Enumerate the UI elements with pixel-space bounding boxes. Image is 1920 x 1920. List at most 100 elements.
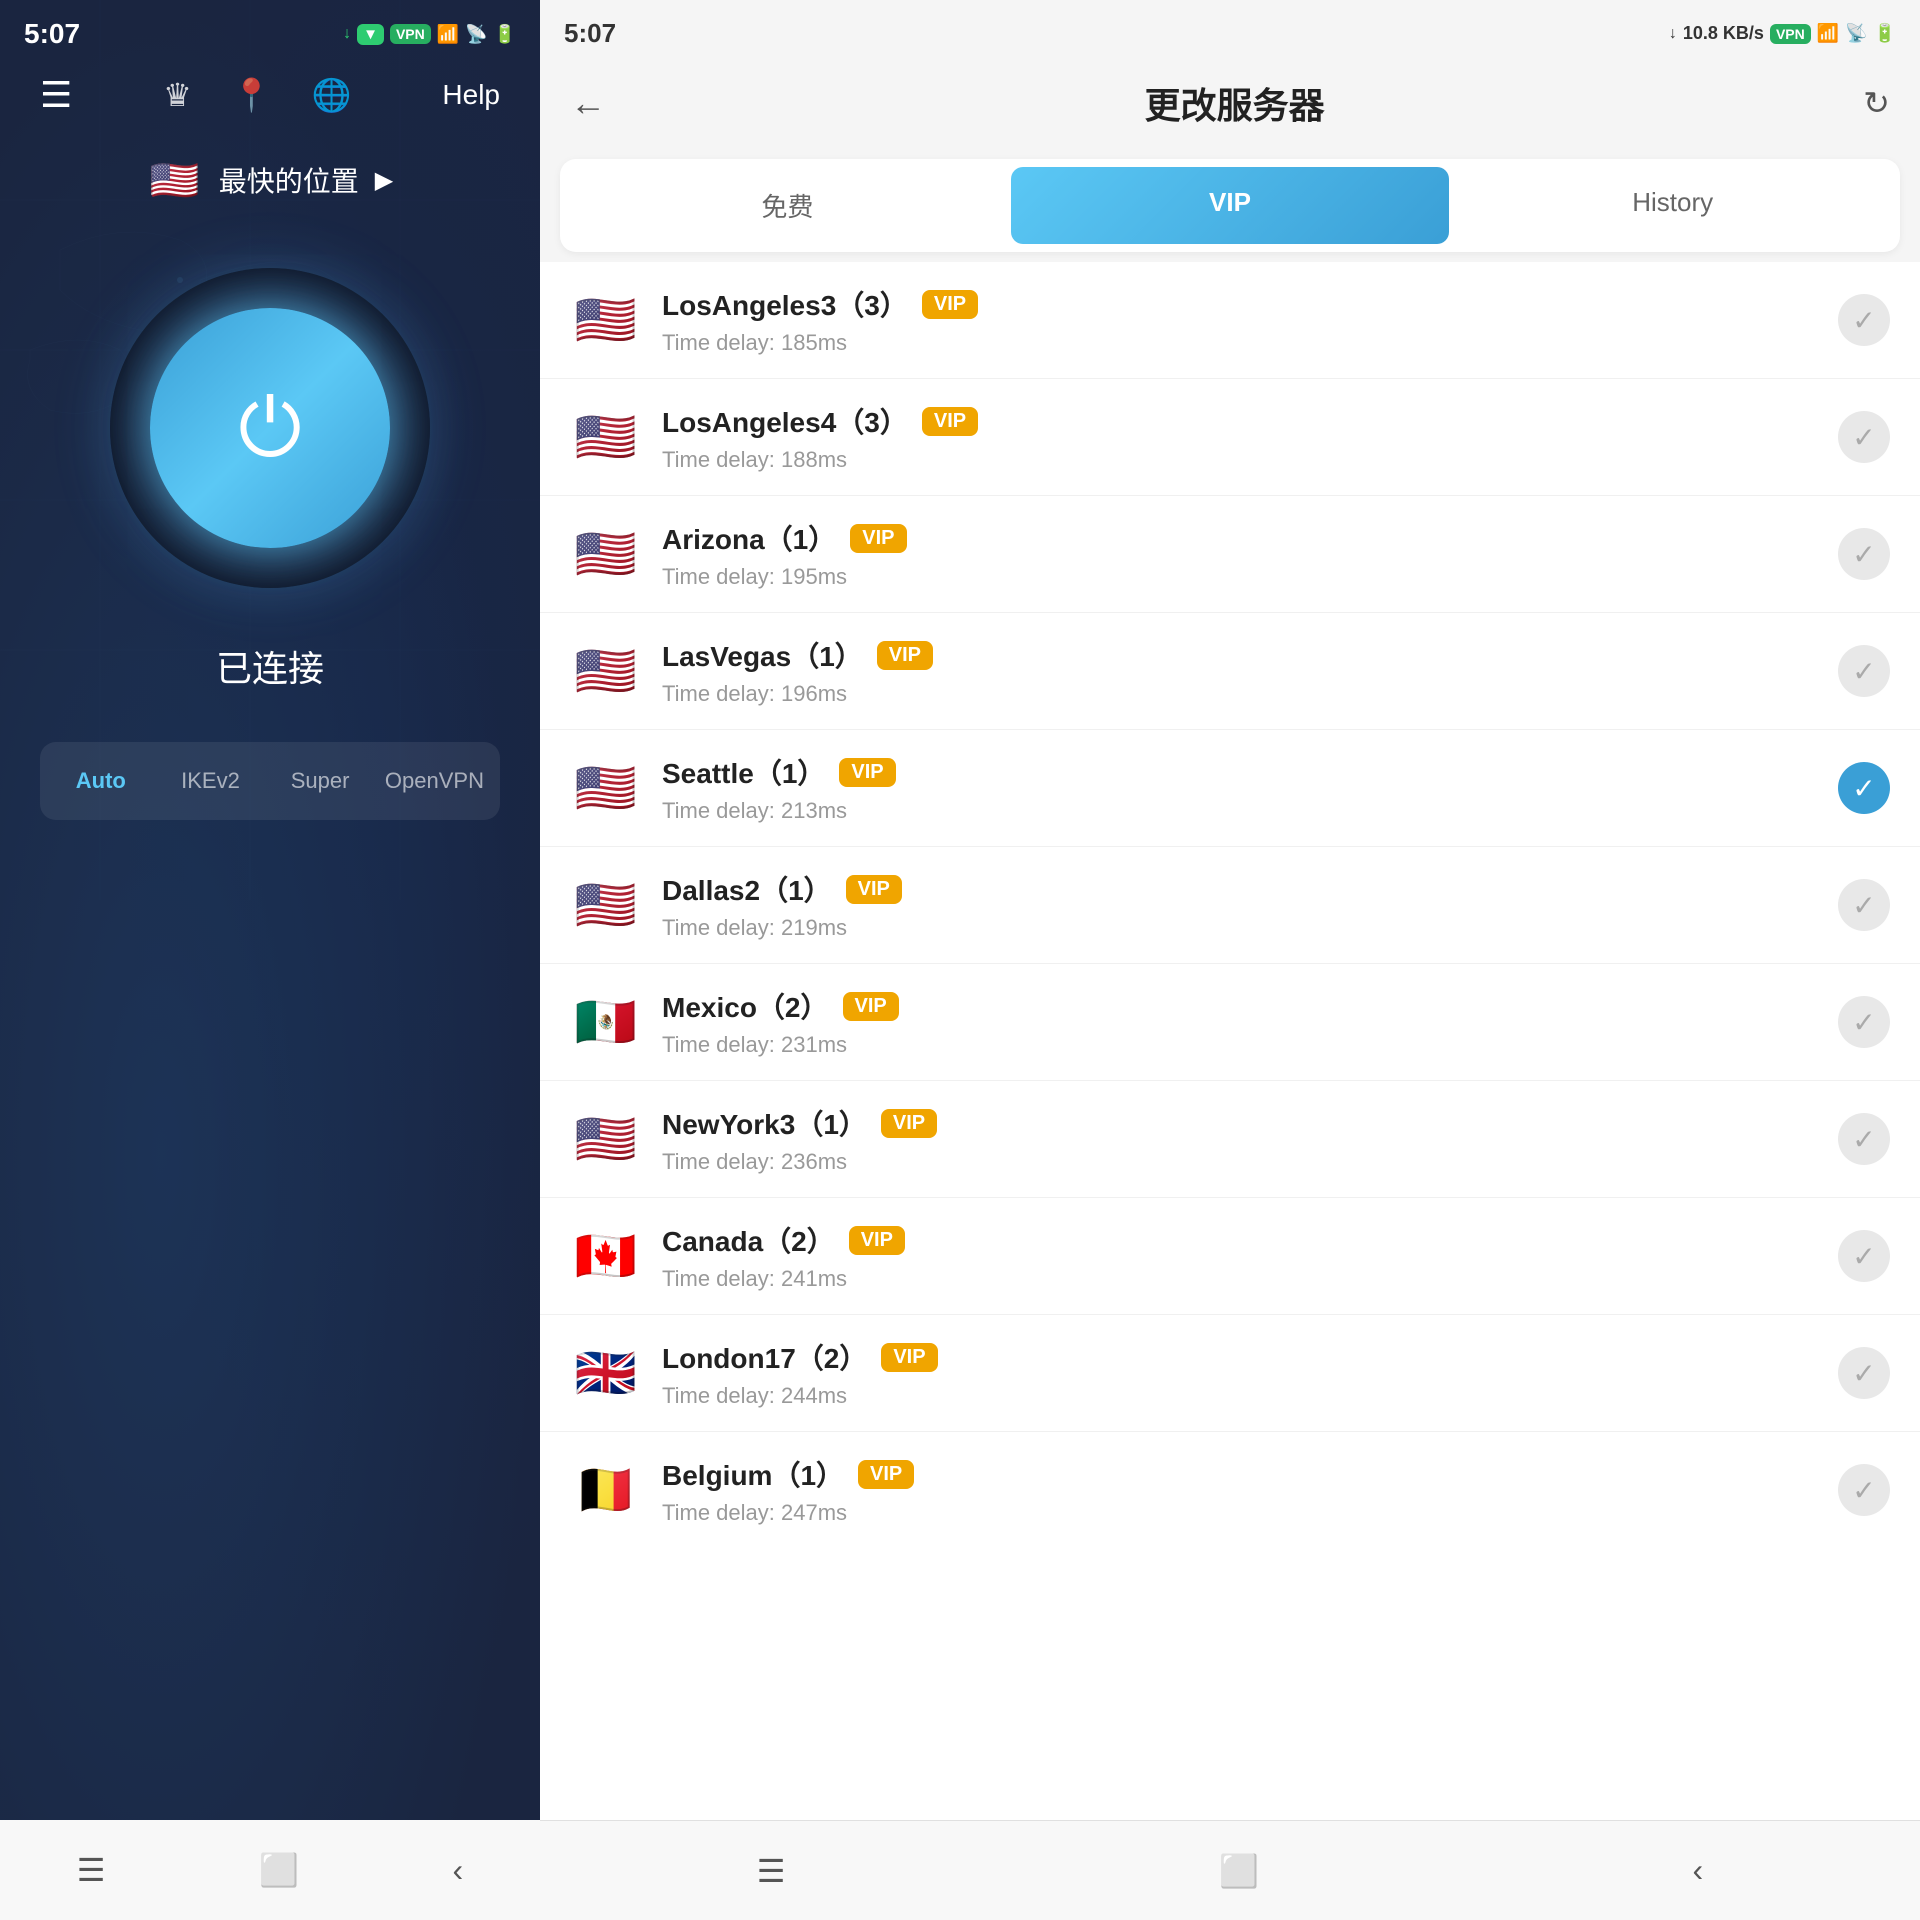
- location-icon[interactable]: 📍: [232, 76, 272, 114]
- server-name-0: LosAngeles3（3）: [662, 284, 908, 324]
- server-list-item[interactable]: 🇬🇧 London17（2） VIP Time delay: 244ms ✓: [540, 1315, 1920, 1432]
- server-flag-0: 🇺🇸: [570, 284, 642, 356]
- server-name-1: LosAngeles4（3）: [662, 401, 908, 441]
- server-info-5: Dallas2（1） VIP Time delay: 219ms: [662, 869, 1838, 941]
- connected-status: 已连接: [0, 640, 540, 692]
- vip-badge-6: VIP: [843, 992, 899, 1021]
- server-name-row-1: LosAngeles4（3） VIP: [662, 401, 1838, 441]
- server-check-7[interactable]: ✓: [1838, 1113, 1890, 1165]
- crown-icon[interactable]: ♛: [163, 76, 192, 114]
- server-info-0: LosAngeles3（3） VIP Time delay: 185ms: [662, 284, 1838, 356]
- right-status-icons: ↓ 10.8 KB/s VPN 📶 📡 🔋: [1669, 23, 1896, 44]
- server-check-6[interactable]: ✓: [1838, 996, 1890, 1048]
- vip-badge-5: VIP: [846, 875, 902, 904]
- vip-badge-7: VIP: [881, 1109, 937, 1138]
- server-name-10: Belgium（1）: [662, 1454, 844, 1494]
- tab-history[interactable]: History: [1453, 167, 1892, 244]
- server-list-item[interactable]: 🇨🇦 Canada（2） VIP Time delay: 241ms ✓: [540, 1198, 1920, 1315]
- tab-free[interactable]: 免费: [568, 167, 1007, 244]
- right-menu-icon[interactable]: ☰: [757, 1852, 786, 1890]
- server-check-8[interactable]: ✓: [1838, 1230, 1890, 1282]
- protocol-auto[interactable]: Auto: [48, 750, 154, 812]
- refresh-button[interactable]: ↻: [1863, 84, 1890, 122]
- server-name-8: Canada（2）: [662, 1220, 835, 1260]
- server-tabs: 免费 VIP History: [560, 159, 1900, 252]
- server-check-2[interactable]: ✓: [1838, 528, 1890, 580]
- server-name-row-2: Arizona（1） VIP: [662, 518, 1838, 558]
- server-delay-0: Time delay: 185ms: [662, 330, 1838, 356]
- server-header: ← 更改服务器 ↻: [540, 57, 1920, 149]
- server-info-2: Arizona（1） VIP Time delay: 195ms: [662, 518, 1838, 590]
- help-button[interactable]: Help: [442, 79, 500, 111]
- server-list-item[interactable]: 🇺🇸 Seattle（1） VIP Time delay: 213ms ✓: [540, 730, 1920, 847]
- nav-icons: ♛ 📍 🌐: [163, 76, 351, 114]
- server-flag-4: 🇺🇸: [570, 752, 642, 824]
- server-delay-9: Time delay: 244ms: [662, 1383, 1838, 1409]
- left-back-icon[interactable]: ‹: [453, 1852, 464, 1889]
- server-info-3: LasVegas（1） VIP Time delay: 196ms: [662, 635, 1838, 707]
- server-check-10[interactable]: ✓: [1838, 1464, 1890, 1516]
- right-wifi-icon: 📡: [1845, 23, 1867, 44]
- server-flag-7: 🇺🇸: [570, 1103, 642, 1175]
- battery-left: 🔋: [494, 24, 516, 45]
- server-list-item[interactable]: 🇺🇸 LosAngeles3（3） VIP Time delay: 185ms …: [540, 262, 1920, 379]
- server-name-5: Dallas2（1）: [662, 869, 832, 909]
- tab-vip[interactable]: VIP: [1011, 167, 1450, 244]
- power-button-container: ⏻: [110, 268, 430, 588]
- download-icon: ↓: [343, 25, 351, 43]
- server-name-6: Mexico（2）: [662, 986, 829, 1026]
- fastest-location-arrow: ▶: [375, 166, 393, 195]
- right-battery-icon: 🔋: [1874, 23, 1896, 44]
- power-button[interactable]: ⏻: [150, 308, 390, 548]
- server-check-1[interactable]: ✓: [1838, 411, 1890, 463]
- hamburger-menu-icon[interactable]: ☰: [40, 74, 72, 116]
- right-speed: 10.8 KB/s: [1683, 23, 1764, 44]
- protocol-super[interactable]: Super: [267, 750, 373, 812]
- server-info-10: Belgium（1） VIP Time delay: 247ms: [662, 1454, 1838, 1526]
- server-name-row-3: LasVegas（1） VIP: [662, 635, 1838, 675]
- server-name-3: LasVegas（1）: [662, 635, 863, 675]
- server-list-item[interactable]: 🇧🇪 Belgium（1） VIP Time delay: 247ms ✓: [540, 1432, 1920, 1548]
- fastest-location[interactable]: 🇺🇸 最快的位置 ▶: [0, 152, 540, 208]
- right-time: 5:07: [564, 18, 616, 49]
- server-check-0[interactable]: ✓: [1838, 294, 1890, 346]
- server-list-item[interactable]: 🇺🇸 Dallas2（1） VIP Time delay: 219ms ✓: [540, 847, 1920, 964]
- server-check-9[interactable]: ✓: [1838, 1347, 1890, 1399]
- server-name-2: Arizona（1）: [662, 518, 836, 558]
- vip-badge-8: VIP: [849, 1226, 905, 1255]
- protocol-openvpn[interactable]: OpenVPN: [377, 750, 492, 812]
- server-list-item[interactable]: 🇺🇸 LasVegas（1） VIP Time delay: 196ms ✓: [540, 613, 1920, 730]
- back-button[interactable]: ←: [570, 82, 606, 124]
- left-home-icon[interactable]: ⬜: [259, 1851, 299, 1889]
- server-check-4[interactable]: ✓: [1838, 762, 1890, 814]
- left-menu-icon[interactable]: ☰: [77, 1851, 106, 1889]
- vip-badge-3: VIP: [877, 641, 933, 670]
- server-delay-6: Time delay: 231ms: [662, 1032, 1838, 1058]
- right-bottom-nav: ☰ ⬜ ‹: [540, 1820, 1920, 1920]
- server-list-item[interactable]: 🇺🇸 NewYork3（1） VIP Time delay: 236ms ✓: [540, 1081, 1920, 1198]
- server-list-item[interactable]: 🇲🇽 Mexico（2） VIP Time delay: 231ms ✓: [540, 964, 1920, 1081]
- server-delay-5: Time delay: 219ms: [662, 915, 1838, 941]
- right-home-icon[interactable]: ⬜: [1219, 1852, 1259, 1890]
- server-info-8: Canada（2） VIP Time delay: 241ms: [662, 1220, 1838, 1292]
- server-check-5[interactable]: ✓: [1838, 879, 1890, 931]
- vip-badge-2: VIP: [850, 524, 906, 553]
- right-back-icon[interactable]: ‹: [1693, 1852, 1704, 1889]
- right-vpn-pill: VPN: [1770, 24, 1811, 44]
- server-list-item[interactable]: 🇺🇸 Arizona（1） VIP Time delay: 195ms ✓: [540, 496, 1920, 613]
- vip-badge-1: VIP: [922, 407, 978, 436]
- server-flag-9: 🇬🇧: [570, 1337, 642, 1409]
- server-delay-8: Time delay: 241ms: [662, 1266, 1838, 1292]
- fastest-flag: 🇺🇸: [147, 152, 203, 208]
- server-list-item[interactable]: 🇺🇸 LosAngeles4（3） VIP Time delay: 188ms …: [540, 379, 1920, 496]
- globe-icon[interactable]: 🌐: [312, 76, 352, 114]
- left-status-pill: ▼: [357, 24, 384, 45]
- right-status-bar: 5:07 ↓ 10.8 KB/s VPN 📶 📡 🔋: [540, 0, 1920, 57]
- server-info-6: Mexico（2） VIP Time delay: 231ms: [662, 986, 1838, 1058]
- server-name-row-8: Canada（2） VIP: [662, 1220, 1838, 1260]
- protocol-ikev2[interactable]: IKEv2: [158, 750, 264, 812]
- server-info-9: London17（2） VIP Time delay: 244ms: [662, 1337, 1838, 1409]
- server-name-row-4: Seattle（1） VIP: [662, 752, 1838, 792]
- server-check-3[interactable]: ✓: [1838, 645, 1890, 697]
- power-icon: ⏻: [238, 388, 301, 468]
